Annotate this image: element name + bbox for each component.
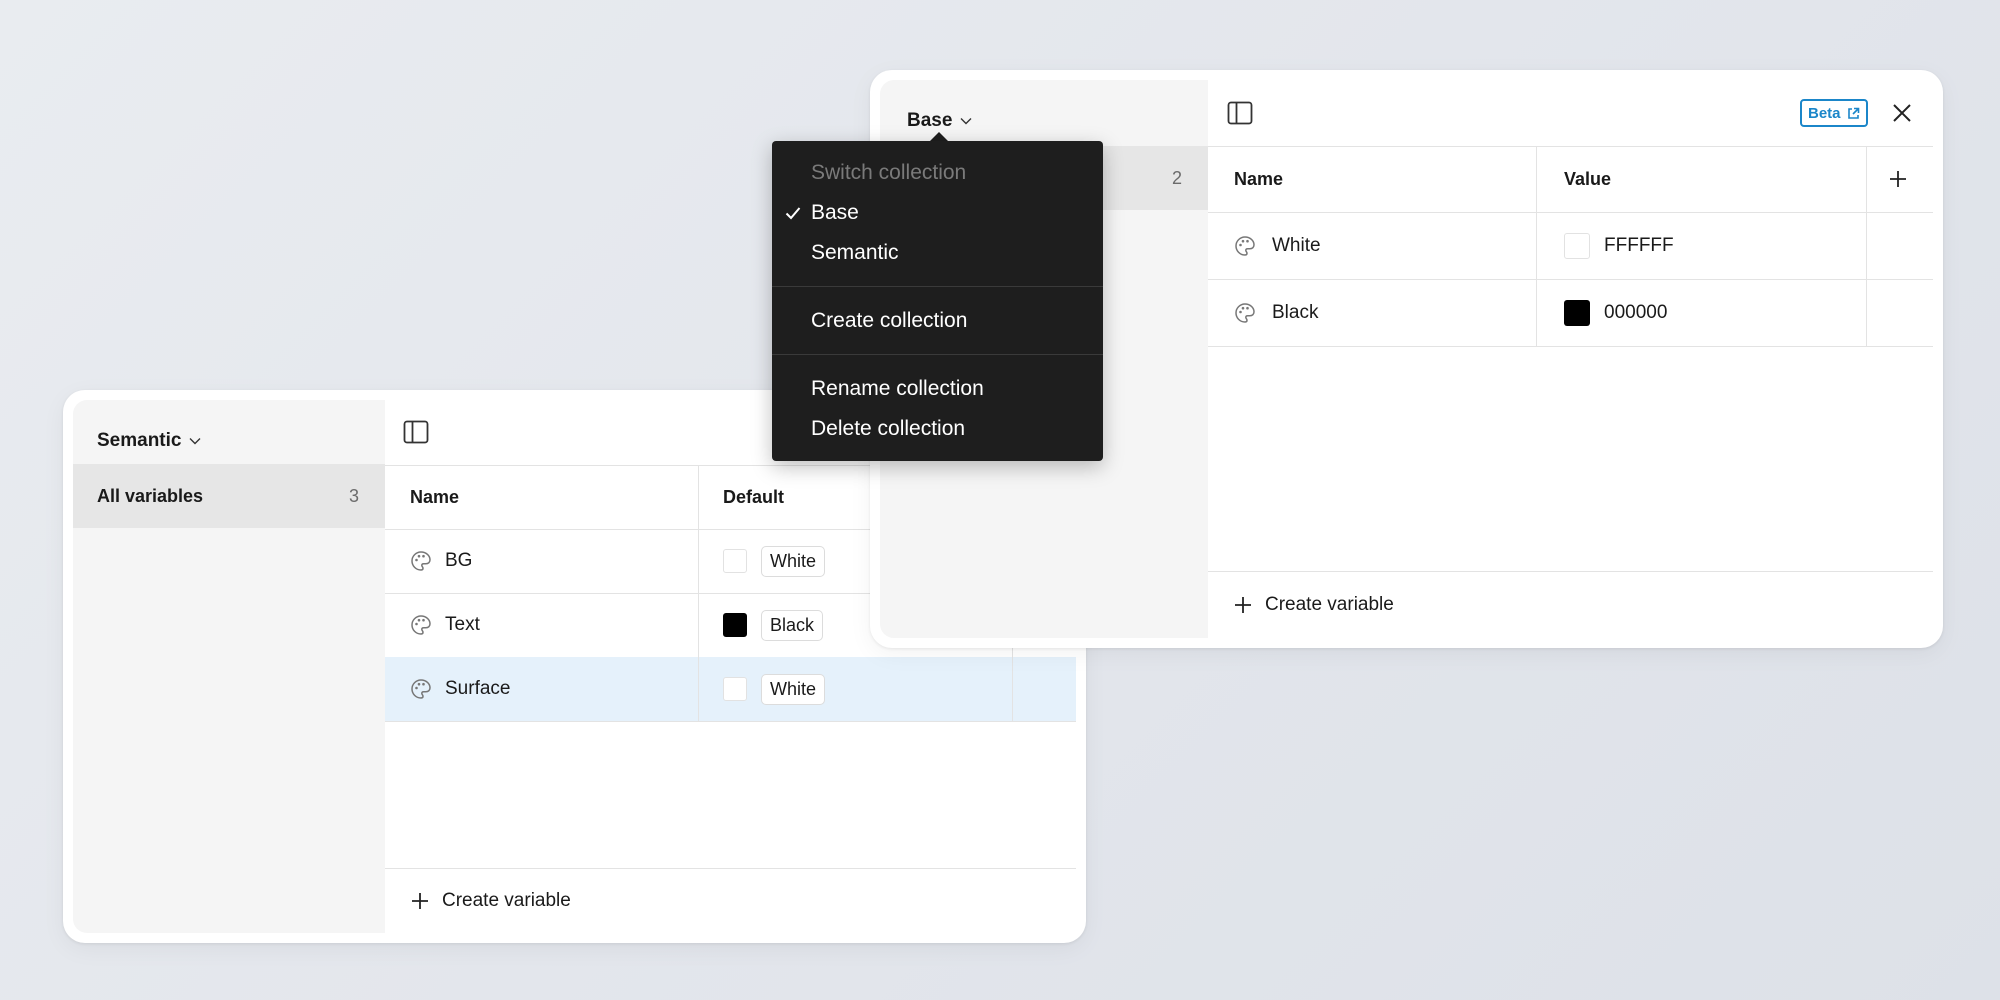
beta-badge[interactable]: Beta xyxy=(1800,99,1868,127)
palette-icon xyxy=(411,679,431,699)
menu-item-create-collection[interactable]: Create collection xyxy=(772,307,1103,339)
menu-heading: Switch collection xyxy=(811,161,967,184)
base-collection-switcher[interactable]: Base xyxy=(907,110,972,132)
menu-item-label: Semantic xyxy=(811,241,899,264)
variable-name: BG xyxy=(445,550,473,571)
chevron-down-icon xyxy=(960,118,972,125)
color-value[interactable]: 000000 xyxy=(1604,302,1667,324)
column-header-name: Name xyxy=(410,486,460,507)
color-swatch xyxy=(723,677,747,701)
create-variable-label: Create variable xyxy=(1265,594,1394,615)
plus-icon[interactable] xyxy=(1888,169,1908,189)
base-toolbar: Beta xyxy=(1208,80,1933,147)
alias-chip[interactable]: Black xyxy=(761,609,824,641)
alias-chip[interactable]: White xyxy=(761,545,826,577)
collection-name: Base xyxy=(907,110,953,131)
menu-divider xyxy=(772,286,1103,287)
collection-name: Semantic xyxy=(97,430,182,451)
table-row[interactable]: Black 000000 xyxy=(1208,279,1933,347)
external-link-icon xyxy=(1847,107,1859,119)
variable-name: Surface xyxy=(445,678,511,699)
menu-divider xyxy=(772,354,1103,355)
color-swatch xyxy=(723,549,747,573)
variable-name: Black xyxy=(1272,301,1319,323)
plus-icon xyxy=(412,893,428,909)
beta-label: Beta xyxy=(1808,104,1841,122)
alias-chip[interactable]: White xyxy=(761,673,826,705)
variable-name: White xyxy=(1272,234,1321,256)
semantic-sidebar: Semantic All variables 3 xyxy=(73,400,385,933)
palette-icon xyxy=(1235,235,1255,256)
sidebar-item-all-variables[interactable]: All variables 3 xyxy=(73,464,385,528)
table-row-selected[interactable]: Surface White xyxy=(385,657,1076,722)
menu-item-delete-collection[interactable]: Delete collection xyxy=(772,415,1103,447)
sidebar-toggle-icon[interactable] xyxy=(1227,101,1253,125)
collection-dropdown-menu: Switch collection Base Semantic Create c… xyxy=(772,141,1103,461)
color-swatch xyxy=(1564,299,1590,326)
menu-item-label: Base xyxy=(811,201,859,224)
table-header-row: Name Value xyxy=(1208,146,1933,213)
palette-icon xyxy=(1235,302,1255,323)
menu-item-label: Create collection xyxy=(811,309,968,332)
menu-item-semantic[interactable]: Semantic xyxy=(772,239,1103,271)
sidebar-toggle-icon[interactable] xyxy=(403,420,429,444)
sidebar-item-label: All variables xyxy=(97,485,204,506)
palette-icon xyxy=(411,615,431,635)
sidebar-item-count: 2 xyxy=(1171,167,1182,188)
check-icon xyxy=(785,207,801,220)
chevron-down-icon xyxy=(189,438,201,445)
menu-item-label: Rename collection xyxy=(811,377,984,400)
create-variable-button[interactable]: Create variable xyxy=(385,868,1076,933)
menu-item-label: Delete collection xyxy=(811,417,966,440)
column-header-default: Default xyxy=(723,486,785,507)
sidebar-item-count: 3 xyxy=(348,485,359,506)
variable-name: Text xyxy=(445,614,480,635)
column-header-value: Value xyxy=(1564,168,1612,189)
close-icon[interactable] xyxy=(1892,103,1912,123)
plus-icon xyxy=(1235,597,1251,613)
menu-item-rename-collection[interactable]: Rename collection xyxy=(772,375,1103,407)
table-row[interactable]: White FFFFFF xyxy=(1208,212,1933,280)
color-swatch xyxy=(723,613,747,637)
base-table-area: Beta Name Value White FFFFFF Black 00000… xyxy=(1208,80,1933,638)
create-variable-label: Create variable xyxy=(442,890,571,911)
semantic-collection-switcher[interactable]: Semantic xyxy=(97,430,201,452)
column-header-name: Name xyxy=(1234,168,1284,189)
menu-item-base[interactable]: Base xyxy=(772,199,1103,231)
color-swatch xyxy=(1564,232,1590,259)
color-value[interactable]: FFFFFF xyxy=(1604,235,1674,257)
create-variable-button[interactable]: Create variable xyxy=(1208,571,1933,638)
palette-icon xyxy=(411,551,431,571)
